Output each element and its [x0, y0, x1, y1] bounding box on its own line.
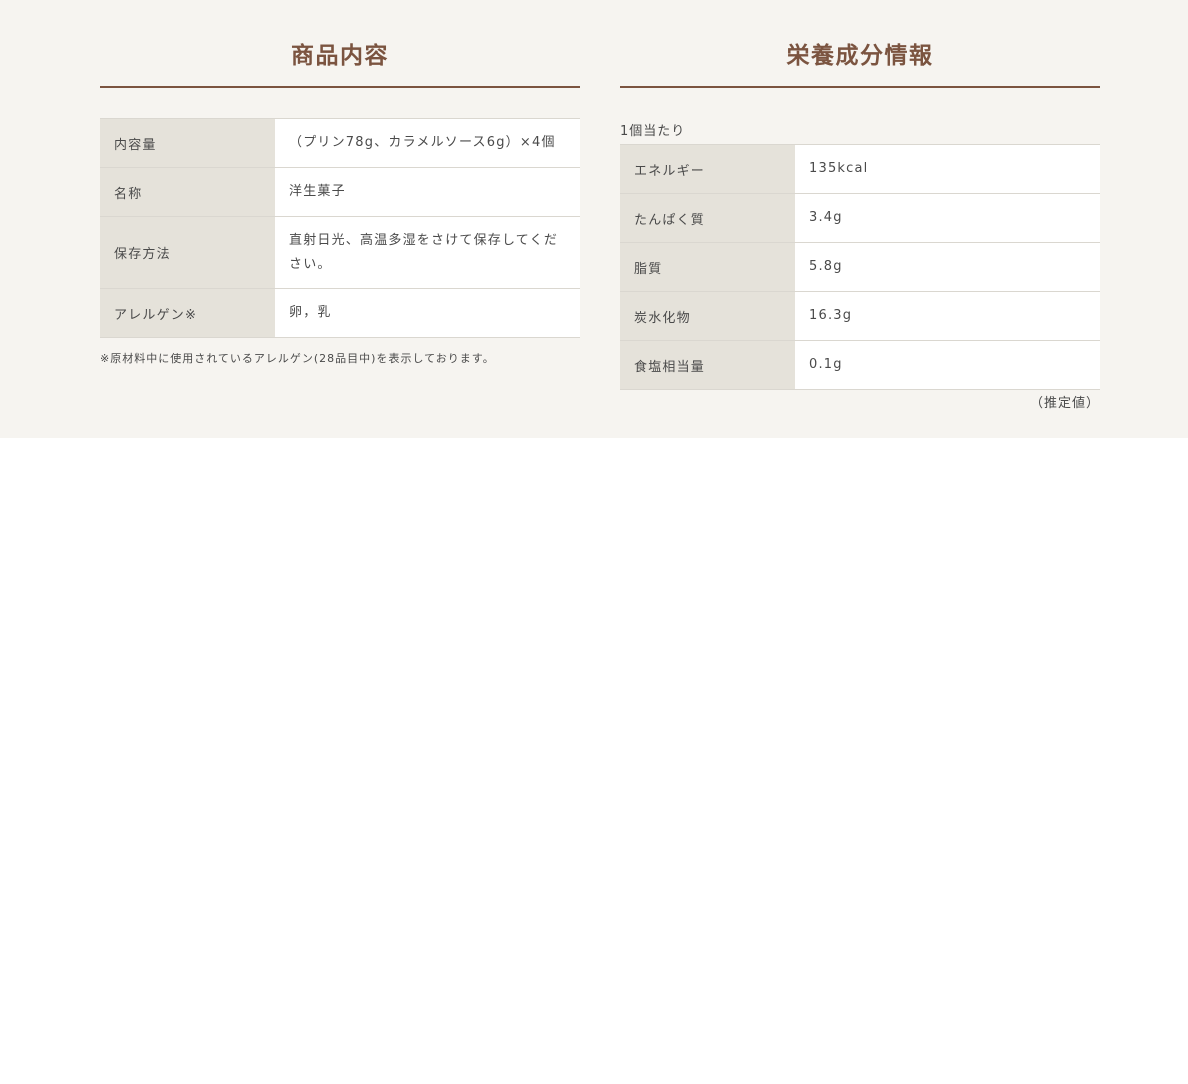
nutrition-table: エネルギー 135kcal たんぱく質 3.4g 脂質 5.8g 炭水化物 16…: [620, 144, 1100, 390]
table-row: 食塩相当量 0.1g: [620, 340, 1100, 390]
row-value: 5.8g: [795, 242, 1100, 292]
nutrition-section: 栄養成分情報 1個当たり エネルギー 135kcal たんぱく質 3.4g 脂質…: [620, 0, 1100, 411]
table-row: 名称 洋生菓子: [100, 167, 580, 217]
table-row: 保存方法 直射日光、高温多湿をさけて保存してください。: [100, 216, 580, 289]
row-label: 食塩相当量: [620, 340, 795, 390]
estimate-note: （推定値）: [1029, 396, 1100, 411]
row-label: 名称: [100, 167, 275, 217]
table-row: アレルゲン※ 卵，乳: [100, 288, 580, 338]
per-unit-label: 1個当たり: [620, 124, 686, 139]
row-value: （プリン78g、カラメルソース6g）×4個: [275, 118, 580, 168]
nutrition-title: 栄養成分情報: [786, 43, 934, 69]
product-content-table: 内容量 （プリン78g、カラメルソース6g）×4個 名称 洋生菓子 保存方法 直…: [100, 118, 580, 338]
table-row: 内容量 （プリン78g、カラメルソース6g）×4個: [100, 118, 580, 168]
row-label: 炭水化物: [620, 291, 795, 341]
table-row: 炭水化物 16.3g: [620, 291, 1100, 341]
row-value: 直射日光、高温多湿をさけて保存してください。: [275, 216, 580, 289]
row-label: エネルギー: [620, 144, 795, 194]
nutrition-heading: 栄養成分情報: [620, 0, 1100, 88]
table-row: 脂質 5.8g: [620, 242, 1100, 292]
row-value: 洋生菓子: [275, 167, 580, 217]
table-row: たんぱく質 3.4g: [620, 193, 1100, 243]
row-value: 3.4g: [795, 193, 1100, 243]
row-value: 16.3g: [795, 291, 1100, 341]
product-content-title: 商品内容: [291, 43, 389, 69]
row-label: たんぱく質: [620, 193, 795, 243]
product-content-heading: 商品内容: [100, 0, 580, 88]
row-label: 脂質: [620, 242, 795, 292]
row-value: 卵，乳: [275, 288, 580, 338]
row-label: アレルゲン※: [100, 288, 275, 338]
row-value: 135kcal: [795, 144, 1100, 194]
row-label: 内容量: [100, 118, 275, 168]
info-section: 商品内容 内容量 （プリン78g、カラメルソース6g）×4個 名称 洋生菓子 保…: [0, 0, 1188, 438]
allergen-note: ※原材料中に使用されているアレルゲン(28品目中)を表示しております。: [100, 352, 495, 365]
table-row: エネルギー 135kcal: [620, 144, 1100, 194]
product-content-section: 商品内容 内容量 （プリン78g、カラメルソース6g）×4個 名称 洋生菓子 保…: [100, 0, 580, 366]
row-value: 0.1g: [795, 340, 1100, 390]
row-label: 保存方法: [100, 216, 275, 289]
